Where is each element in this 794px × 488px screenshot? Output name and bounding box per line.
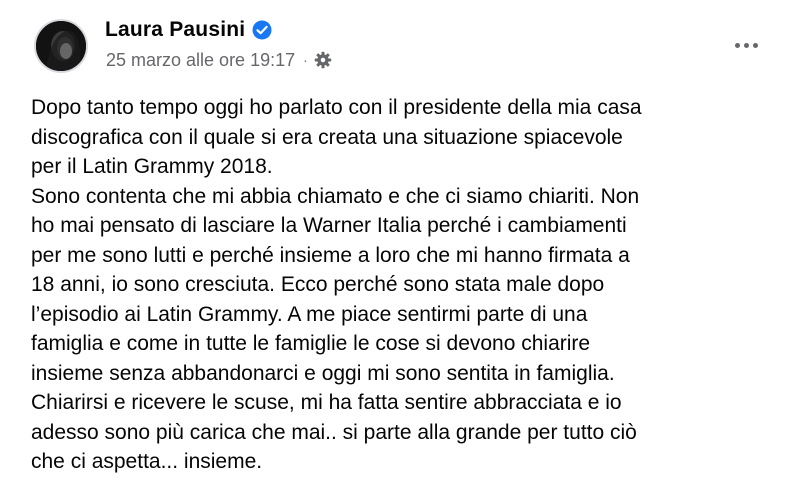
author-header: Laura Pausini <box>105 16 272 44</box>
post-text-line: 18 anni, io sono cresciuta. Ecco perché … <box>31 273 605 296</box>
post-timestamp[interactable]: 25 marzo alle ore 19:17 <box>106 50 295 71</box>
post-text-line: Dopo tanto tempo oggi ho parlato con il … <box>31 96 642 119</box>
post-text-line: per il Latin Grammy 2018. <box>31 155 273 178</box>
more-options-icon[interactable] <box>726 29 766 61</box>
post-text-line: per me sono lutti e perché insieme a lor… <box>31 243 630 267</box>
post-text-line: famiglia e come in tutte le famiglie le … <box>31 332 591 355</box>
profile-avatar-image <box>36 21 86 71</box>
post-meta: 25 marzo alle ore 19:17 · <box>106 48 332 72</box>
post-text-line: discografica con il quale si era creata … <box>31 125 623 149</box>
more-dot <box>734 42 740 48</box>
gear-icon[interactable] <box>314 51 332 69</box>
author-avatar[interactable] <box>34 19 88 73</box>
post-text-line: Chiarirsi e ricevere le scuse, mi ha fat… <box>31 391 622 414</box>
verified-badge-icon <box>252 20 272 40</box>
post-text-line: Sono contenta che mi abbia chiamato e ch… <box>31 184 640 208</box>
more-dot <box>752 42 758 48</box>
post-text-line: adesso sono più carica che mai.. si part… <box>31 420 637 444</box>
author-name[interactable]: Laura Pausini <box>105 18 245 42</box>
post-text-line: che ci aspetta... insieme. <box>31 450 263 473</box>
post-text-line: l’episodio ai Latin Grammy. A me piace s… <box>31 302 588 326</box>
post-body: Dopo tanto tempo oggi ho parlato con il … <box>31 93 776 477</box>
post-text-line: ho mai pensato di lasciare la Warner Ita… <box>31 214 627 237</box>
facebook-post: Laura Pausini 25 marzo alle ore 19:17 · <box>0 0 794 488</box>
more-dot <box>743 42 749 48</box>
post-text-line: insieme senza abbandonarci e oggi mi son… <box>31 361 615 385</box>
meta-separator: · <box>303 52 308 68</box>
